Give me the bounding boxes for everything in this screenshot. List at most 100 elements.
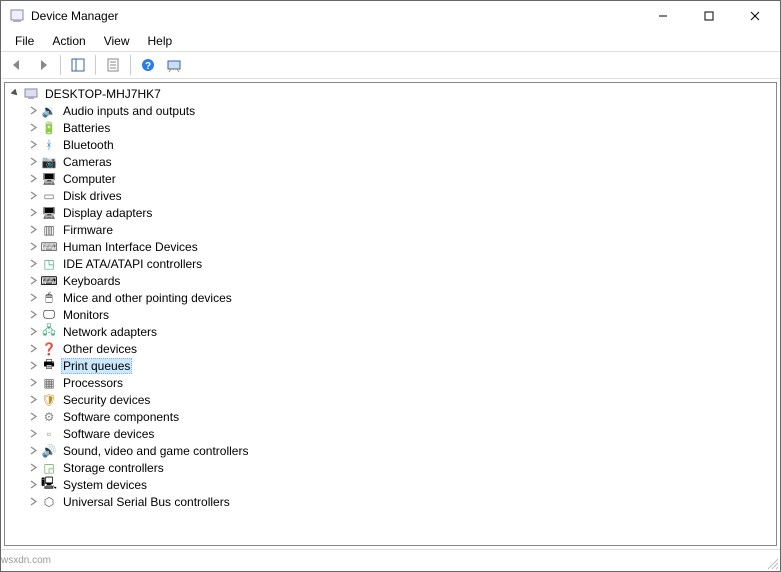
tree-item[interactable]: 🖳System devices <box>5 476 776 493</box>
tree-item[interactable]: ◳IDE ATA/ATAPI controllers <box>5 255 776 272</box>
category-icon: 🖥 <box>41 205 57 221</box>
category-icon: ⌨ <box>41 239 57 255</box>
category-icon: ⌨ <box>41 273 57 289</box>
expand-icon[interactable] <box>27 462 39 474</box>
expand-icon[interactable] <box>27 173 39 185</box>
expand-icon[interactable] <box>27 122 39 134</box>
scan-hardware-button[interactable] <box>162 53 186 77</box>
expand-icon[interactable] <box>27 496 39 508</box>
category-icon: ⚙ <box>41 409 57 425</box>
tree-item[interactable]: 📷Cameras <box>5 153 776 170</box>
tree-item[interactable]: ⌨Keyboards <box>5 272 776 289</box>
tree-item[interactable]: ❓Other devices <box>5 340 776 357</box>
tree-item[interactable]: 🔊Sound, video and game controllers <box>5 442 776 459</box>
expand-icon[interactable] <box>27 292 39 304</box>
tree-item[interactable]: ⌨ Human Interface Devices <box>5 238 776 255</box>
menu-view[interactable]: View <box>96 33 138 49</box>
properties-button[interactable] <box>101 53 125 77</box>
tree-item[interactable]: 🖥 Computer <box>5 170 776 187</box>
category-icon: 🔋 <box>41 120 57 136</box>
expand-icon[interactable] <box>27 139 39 151</box>
category-label: Monitors <box>61 308 111 322</box>
show-hide-tree-button[interactable] <box>66 53 90 77</box>
category-icon: 🖥 <box>41 171 57 187</box>
close-button[interactable] <box>732 1 778 31</box>
statusbar: wsxdn.com <box>1 549 780 571</box>
tree-item[interactable]: 🖥 Display adapters <box>5 204 776 221</box>
category-label: Security devices <box>61 393 152 407</box>
menubar: File Action View Help <box>1 31 780 51</box>
expand-icon[interactable] <box>27 394 39 406</box>
category-label: Storage controllers <box>61 461 166 475</box>
tree-item[interactable]: ◲Storage controllers <box>5 459 776 476</box>
help-button[interactable]: ? <box>136 53 160 77</box>
tree-item[interactable]: 🖱Mice and other pointing devices <box>5 289 776 306</box>
menu-action[interactable]: Action <box>44 33 93 49</box>
tree-root[interactable]: DESKTOP-MHJ7HK7 <box>5 85 776 102</box>
category-icon: 🖶 <box>41 358 57 374</box>
app-icon <box>9 8 25 24</box>
expand-icon[interactable] <box>27 224 39 236</box>
expand-icon[interactable] <box>27 377 39 389</box>
tree-item[interactable]: 🖵Monitors <box>5 306 776 323</box>
menu-file[interactable]: File <box>7 33 42 49</box>
category-icon: ᚼ <box>41 137 57 153</box>
category-label: Universal Serial Bus controllers <box>61 495 232 509</box>
category-icon: 🔊 <box>41 443 57 459</box>
expand-icon[interactable] <box>27 326 39 338</box>
expand-icon[interactable] <box>27 105 39 117</box>
tree-item[interactable]: 🛡 Security devices <box>5 391 776 408</box>
category-label: Computer <box>61 172 118 186</box>
maximize-button[interactable] <box>686 1 732 31</box>
tree-item[interactable]: ᚼBluetooth <box>5 136 776 153</box>
toolbar-separator <box>60 55 61 75</box>
expand-icon[interactable] <box>27 207 39 219</box>
expand-icon[interactable] <box>27 190 39 202</box>
expand-icon[interactable] <box>27 479 39 491</box>
device-tree-panel[interactable]: DESKTOP-MHJ7HK7 🔉 Audio inputs and output… <box>4 82 777 546</box>
category-label: Audio inputs and outputs <box>61 104 197 118</box>
forward-button[interactable] <box>31 53 55 77</box>
category-label: Human Interface Devices <box>61 240 200 254</box>
expand-icon[interactable] <box>27 360 39 372</box>
expand-icon[interactable] <box>27 275 39 287</box>
expand-icon[interactable] <box>27 445 39 457</box>
category-label: Processors <box>61 376 125 390</box>
expand-icon[interactable] <box>27 309 39 321</box>
expand-icon[interactable] <box>27 411 39 423</box>
expand-icon[interactable] <box>27 258 39 270</box>
expand-icon[interactable] <box>27 241 39 253</box>
resize-grip-icon[interactable] <box>762 550 780 571</box>
category-icon: 🔉 <box>41 103 57 119</box>
tree-item[interactable]: 🖶Print queues <box>5 357 776 374</box>
category-icon: ▥ <box>41 222 57 238</box>
tree-item[interactable]: 🔉 Audio inputs and outputs <box>5 102 776 119</box>
root-label: DESKTOP-MHJ7HK7 <box>43 87 163 101</box>
svg-text:?: ? <box>145 61 151 72</box>
category-label: System devices <box>61 478 149 492</box>
tree-item[interactable]: ▫Software devices <box>5 425 776 442</box>
category-icon: 🛡 <box>41 392 57 408</box>
category-icon: 📷 <box>41 154 57 170</box>
expand-icon[interactable] <box>27 156 39 168</box>
device-tree: DESKTOP-MHJ7HK7 🔉 Audio inputs and output… <box>5 83 776 512</box>
window-title: Device Manager <box>31 9 640 23</box>
collapse-icon[interactable] <box>9 88 21 100</box>
tree-item[interactable]: ▭ Disk drives <box>5 187 776 204</box>
tree-item[interactable]: 🖧Network adapters <box>5 323 776 340</box>
category-label: Disk drives <box>61 189 124 203</box>
minimize-button[interactable] <box>640 1 686 31</box>
back-button[interactable] <box>5 53 29 77</box>
category-label: Software components <box>61 410 181 424</box>
tree-item[interactable]: ▦Processors <box>5 374 776 391</box>
tree-item[interactable]: ⬡Universal Serial Bus controllers <box>5 493 776 510</box>
tree-item[interactable]: 🔋Batteries <box>5 119 776 136</box>
tree-item[interactable]: ⚙ Software components <box>5 408 776 425</box>
tree-item[interactable]: ▥Firmware <box>5 221 776 238</box>
expand-icon[interactable] <box>27 428 39 440</box>
expand-icon[interactable] <box>27 343 39 355</box>
menu-help[interactable]: Help <box>140 33 181 49</box>
category-label: Display adapters <box>61 206 154 220</box>
category-icon: ▫ <box>41 426 57 442</box>
category-icon: ▭ <box>41 188 57 204</box>
